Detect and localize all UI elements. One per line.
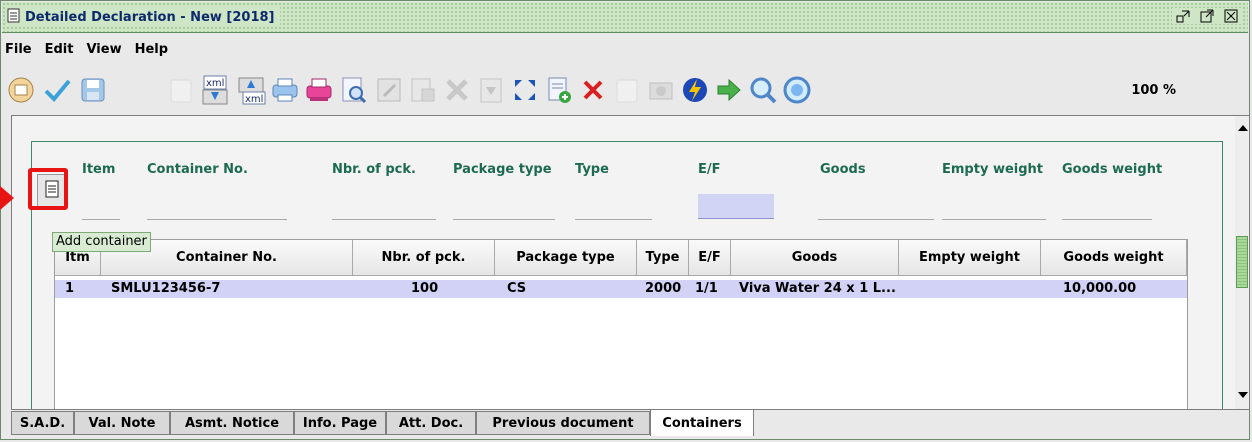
package-type-field[interactable] <box>453 217 555 220</box>
print-pink-icon[interactable] <box>302 73 336 107</box>
svg-text:xml: xml <box>245 94 263 105</box>
column-header[interactable]: Empty weight <box>899 240 1041 276</box>
header-type: Type <box>575 162 609 177</box>
cell-container-no: SMLU123456-7 <box>111 281 221 296</box>
help-icon[interactable] <box>780 73 814 107</box>
header-empty-weight: Empty weight <box>942 162 1044 177</box>
highlight-box <box>28 168 68 210</box>
scroll-down-icon[interactable] <box>1236 388 1249 402</box>
tab-att-doc[interactable]: Att. Doc. <box>386 411 476 435</box>
empty-weight-field[interactable] <box>942 217 1046 220</box>
header-package-type: Package type <box>453 162 552 177</box>
window-title: Detailed Declaration - New [2018] <box>25 9 275 25</box>
table-header: Itm Container No. Nbr. of pck. Package t… <box>55 240 1187 278</box>
zoom-level: 100 % <box>1131 83 1176 98</box>
item-field[interactable] <box>82 217 120 220</box>
open-icon[interactable] <box>4 73 38 107</box>
cell-type: 2000 <box>645 281 682 296</box>
container-no-field[interactable] <box>147 217 287 220</box>
save-icon[interactable] <box>76 73 110 107</box>
edit-icon <box>372 73 406 107</box>
header-container-no: Container No. <box>147 162 248 177</box>
pointer-arrow-icon <box>0 186 14 210</box>
tab-containers[interactable]: Containers <box>650 409 754 436</box>
xml-import-icon[interactable]: xml <box>234 73 268 107</box>
camera-icon <box>644 73 678 107</box>
cell-itm: 1 <box>65 281 75 296</box>
cell-goods-weight: 10,000.00 <box>1063 281 1137 296</box>
menu-help[interactable]: Help <box>135 42 168 57</box>
vertical-scrollbar[interactable] <box>1235 115 1250 410</box>
cell-nbr: 100 <box>411 281 439 296</box>
lightning-icon[interactable] <box>678 73 712 107</box>
delete-icon[interactable] <box>576 73 610 107</box>
tab-sad[interactable]: S.A.D. <box>11 411 74 435</box>
scroll-thumb[interactable] <box>1236 236 1248 288</box>
table-row[interactable]: 1 SMLU123456-7 100 CS 2000 1/1 Viva Wate… <box>55 280 1187 298</box>
tab-asmt-notice[interactable]: Asmt. Notice <box>170 411 294 435</box>
header-goods: Goods <box>820 162 866 177</box>
declaration-window: Detailed Declaration - New [2018] File E… <box>0 0 1250 440</box>
add-container-tooltip: Add container <box>52 232 151 252</box>
expand-icon[interactable] <box>508 73 542 107</box>
maximize-icon[interactable] <box>1199 8 1215 24</box>
header-goods-weight: Goods weight <box>1062 162 1163 177</box>
print-preview-icon[interactable] <box>336 73 370 107</box>
ef-field[interactable] <box>698 194 774 219</box>
column-header[interactable]: Nbr. of pck. <box>353 240 495 276</box>
tab-val-note[interactable]: Val. Note <box>74 411 170 435</box>
edit-disabled-icon <box>406 73 440 107</box>
minimize-icon[interactable] <box>1175 8 1191 24</box>
document-icon <box>7 8 20 27</box>
menu-bar: File Edit View Help <box>2 33 1248 65</box>
blank-icon <box>164 73 198 107</box>
menu-file[interactable]: File <box>5 42 32 57</box>
cell-goods: Viva Water 24 x 1 L... <box>739 281 896 296</box>
search-icon[interactable] <box>746 73 780 107</box>
tab-previous-document[interactable]: Previous document <box>476 411 650 435</box>
containers-table: Itm Container No. Nbr. of pck. Package t… <box>54 239 1188 409</box>
scroll-up-icon[interactable] <box>1236 120 1249 134</box>
menu-view[interactable]: View <box>86 42 121 57</box>
column-header[interactable]: Type <box>637 240 689 276</box>
svg-text:xml: xml <box>206 78 224 89</box>
verify-icon[interactable] <box>40 73 74 107</box>
goods-field[interactable] <box>818 217 934 220</box>
delete-disabled-icon <box>440 73 474 107</box>
add-page-icon[interactable] <box>542 73 576 107</box>
tab-info-page[interactable]: Info. Page <box>294 411 386 435</box>
column-header[interactable]: Package type <box>495 240 637 276</box>
header-item: Item <box>82 162 116 177</box>
header-ef: E/F <box>698 162 721 177</box>
print-icon[interactable] <box>268 73 302 107</box>
column-header[interactable]: Goods <box>731 240 899 276</box>
column-header[interactable]: Goods weight <box>1041 240 1187 276</box>
containers-content: Item Container No. Nbr. of pck. Package … <box>11 115 1237 410</box>
cell-ef: 1/1 <box>695 281 718 296</box>
header-nbr-of-pck: Nbr. of pck. <box>332 162 416 177</box>
menu-edit[interactable]: Edit <box>45 42 74 57</box>
document-disabled-icon <box>474 73 508 107</box>
column-header[interactable]: E/F <box>689 240 731 276</box>
goods-weight-field[interactable] <box>1062 217 1152 220</box>
toolbar: xml xml 100 % <box>4 69 1246 111</box>
title-bar[interactable]: Detailed Declaration - New [2018] <box>2 2 1248 33</box>
blank-icon <box>610 73 644 107</box>
cell-package-type: CS <box>507 281 527 296</box>
close-icon[interactable] <box>1223 8 1239 24</box>
type-field[interactable] <box>575 217 652 220</box>
nbr-of-pck-field[interactable] <box>332 217 436 220</box>
next-arrow-icon[interactable] <box>712 73 746 107</box>
xml-export-icon[interactable]: xml <box>198 73 232 107</box>
